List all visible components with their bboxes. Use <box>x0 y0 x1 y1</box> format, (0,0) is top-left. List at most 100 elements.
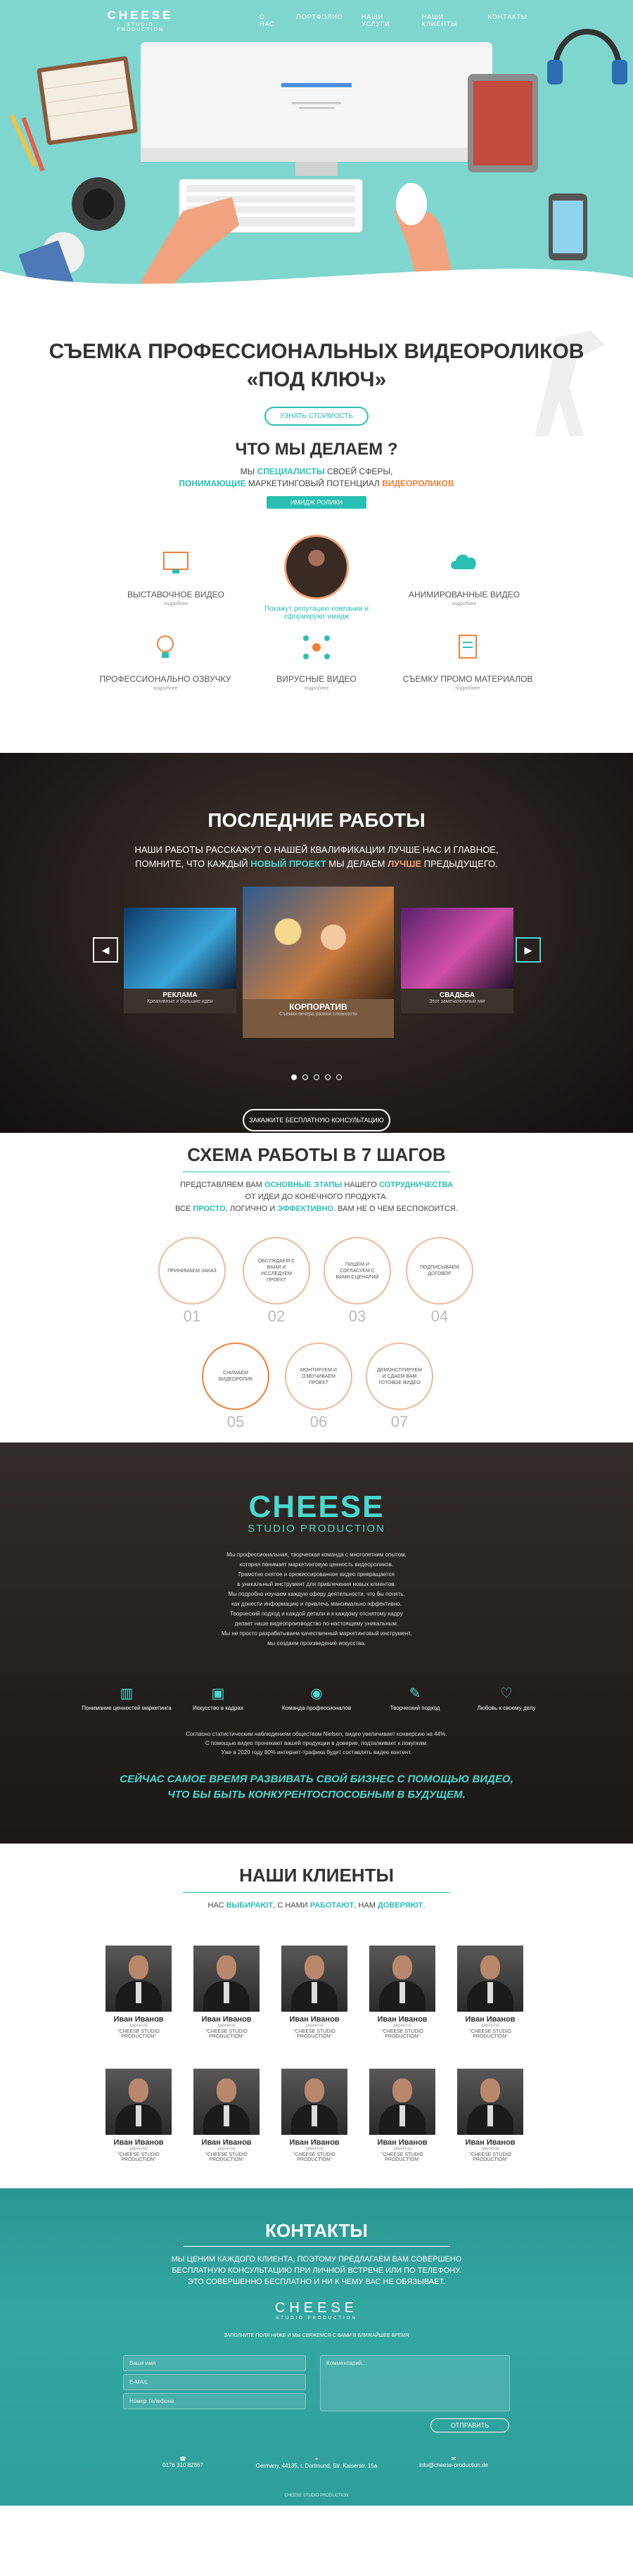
slider-dot[interactable] <box>314 1074 319 1080</box>
step-5: СНИМАЕМ ВИДЕОРОЛИК 05 <box>202 1343 269 1431</box>
service-animated[interactable]: АНИМИРОВАННЫЕ ВИДЕО подробнее <box>394 545 535 607</box>
service-more-link[interactable]: подробнее <box>95 686 236 691</box>
text-line: в уникальный инструмент для привлечения … <box>237 1581 396 1587</box>
text-line: С помощью видео проникают вашей продукци… <box>205 1740 428 1746</box>
client-photo <box>457 2069 523 2135</box>
clients-title: НАШИ КЛИЕНТЫ <box>239 1865 394 1886</box>
service-more-link[interactable]: подробнее <box>397 686 538 691</box>
client-company: "CHEESE STUDIO PRODUCTION" <box>205 2029 248 2039</box>
slider-dot[interactable] <box>336 1074 342 1080</box>
client-photo <box>281 1946 347 2012</box>
slider-dot[interactable] <box>302 1074 308 1080</box>
text-fragment: НАС <box>207 1901 224 1910</box>
client-company: "CHEESE STUDIO PRODUCTION" <box>117 2152 160 2162</box>
image-videos-tab[interactable]: ИМИДЖ РОЛИКИ <box>266 496 367 509</box>
portfolio-slider: РЕКЛАМА Креативные и большие идеи КОРПОР… <box>98 887 535 1041</box>
client-card: Иван Иванов директор "CHEESE STUDIO PRODUC… <box>369 2069 435 2162</box>
slider-dot[interactable] <box>291 1074 297 1080</box>
client-photo <box>369 2069 435 2135</box>
client-role: директор <box>217 2024 236 2028</box>
feature-love: ♡ Любовь к своему делу <box>450 1684 563 1711</box>
services-line1: МЫ СПЕЦИАЛИСТЫ СВОЕЙ СФЕРЫ, <box>0 467 633 476</box>
hero-desk-illustration <box>0 0 633 310</box>
portrait-avatar <box>284 535 349 599</box>
hero-title-line2: «ПОД КЛЮЧ» <box>246 368 387 391</box>
contacts-logo: CHEESE <box>274 2300 359 2316</box>
free-consultation-button[interactable]: ЗАКАЖИТЕ БЕСПЛАТНУЮ КОНСУЛЬТАЦИЮ <box>243 1109 390 1131</box>
site-logo[interactable]: CHEESE STUDIO PRODUCTION <box>106 8 175 32</box>
text-line: БЕСПЛАТНУЮ КОНСУЛЬТАЦИЮ ПРИ ЛИЧНОЙ ВСТРЕ… <box>172 2266 461 2275</box>
portfolio-card-corporate[interactable]: КОРПОРАТИВ Съемки вечера разной сложност… <box>243 887 394 1038</box>
comment-textarea[interactable]: Комментарий... <box>320 2355 510 2411</box>
client-role: директор <box>393 2024 411 2028</box>
step-number: 04 <box>430 1307 449 1325</box>
email-input[interactable]: E-MAIL <box>123 2374 306 2390</box>
address-text: Germany, 44135, г. Dortmund, Str. Kaiser… <box>255 2463 378 2469</box>
get-price-button[interactable]: УЗНАТЬ СТОИМОСТЬ <box>264 407 369 426</box>
client-photo <box>193 1946 260 2012</box>
step-label: СНИМАЕМ ВИДЕОРОЛИК <box>218 1371 253 1382</box>
nav-item-portfolio[interactable]: ПОРТФОЛИО <box>296 13 343 27</box>
text-fragment: НАШЕГО <box>344 1181 377 1189</box>
text-fragment: МЫ ДЕЛАЕМ <box>328 858 385 869</box>
client-company: "CHEESE STUDIO PRODUCTION" <box>469 2029 511 2039</box>
cta-line: ЧТО БЫ БЫТЬ КОНКУРЕНТОСПОСОБНЫМ В БУДУЩЕ… <box>167 1789 466 1801</box>
client-role: директор <box>305 2147 324 2151</box>
text-line: Уже в 2020 году 80% интернет-трафика буд… <box>221 1749 412 1756</box>
client-name: Иван Иванов <box>377 2015 428 2024</box>
text-line: Мы подробно изучаем каждую сферу деятель… <box>228 1591 405 1597</box>
contact-address: ⌖ Germany, 44135, г. Dortmund, Str. Kais… <box>250 2456 383 2469</box>
text-line: ЭТО СОВЕРШЕННО БЕСПЛАТНО И НИ К ЧЕМУ ВАС… <box>187 2278 446 2286</box>
client-role: директор <box>129 2024 148 2028</box>
text-line: МЫ ЦЕНИМ КАЖДОГО КЛИЕНТА, ПОЭТОМУ ПРЕДЛА… <box>171 2255 462 2264</box>
text-line: НАШИ РАБОТЫ РАССКАЖУТ О НАШЕЙ КВАЛИФИКАЦ… <box>134 844 499 855</box>
text-fragment: ПРЕДСТАВЛЯЕМ ВАМ <box>180 1181 262 1189</box>
service-more-link[interactable]: подробнее <box>394 602 535 607</box>
service-more-link[interactable]: подробнее <box>106 602 246 607</box>
text-fragment: ВСЕ <box>175 1205 191 1213</box>
name-input[interactable]: Ваше имя <box>123 2355 306 2371</box>
step-circle: МОНТИРУЕМ И ОЗВУЧИВАЕМ ПРОЕКТ <box>285 1343 352 1410</box>
service-promo[interactable]: СЪЕМКУ ПРОМО МАТЕРИАЛОВ подробнее <box>397 630 538 691</box>
steps-title: СХЕМА РАБОТЫ В 7 ШАГОВ <box>187 1144 446 1165</box>
card-title: РЕКЛАМА <box>162 991 198 999</box>
service-viral[interactable]: ВИРУСНЫЕ ВИДЕО подробнее <box>246 630 387 691</box>
monitor-icon <box>163 552 188 573</box>
text-line: Творческий подход и каждой детали и к ка… <box>230 1611 403 1617</box>
step-label: ОБСУЖДАЕМ С ВАМИ И ИССЛЕДУЕМ ПРОЕКТ <box>257 1259 295 1283</box>
top-navigation: CHEESE STUDIO PRODUCTION О НАС ПОРТФОЛИО… <box>0 0 633 41</box>
text-line: мы создаем произведение искусства. <box>267 1640 366 1647</box>
hero-title-line1: СЪЕМКА ПРОФЕССИОНАЛЬНЫХ ВИДЕОРОЛИКОВ <box>49 340 584 363</box>
network-icon <box>303 635 330 659</box>
text-highlight: ЛУЧШЕ <box>388 858 422 869</box>
service-more-link[interactable]: подробнее <box>246 686 387 691</box>
nav-item-clients[interactable]: НАШИ КЛИЕНТЫ <box>422 13 470 27</box>
client-card: Иван Иванов директор "CHEESE STUDIO PRODUC… <box>193 1946 260 2039</box>
client-role: директор <box>481 2147 499 2151</box>
nav-item-about[interactable]: О НАС <box>260 13 278 27</box>
feature-title: Команда профессионалов <box>281 1705 352 1711</box>
contacts-title: КОНТАКТЫ <box>265 2220 368 2241</box>
phone-input[interactable]: Номер телефона <box>123 2393 306 2409</box>
text-line: Грамотно снятое и срежиссированное видео… <box>238 1571 395 1578</box>
service-exhibition[interactable]: ВЫСТАВОЧНОЕ ВИДЕО подробнее <box>106 545 246 607</box>
nav-item-services[interactable]: НАШИ УСЛУГИ <box>362 13 404 27</box>
client-card: Иван Иванов директор "CHEESE STUDIO PRODUC… <box>281 2069 347 2162</box>
send-button[interactable]: ОТПРАВИТЬ <box>430 2418 509 2432</box>
step-number: 01 <box>183 1307 201 1325</box>
center-service[interactable] <box>281 535 352 599</box>
client-company: "CHEESE STUDIO PRODUCTION" <box>117 2029 160 2039</box>
slider-dot[interactable] <box>325 1074 331 1080</box>
text-fragment: ПРЕДЫДУЩЕГО. <box>423 858 498 869</box>
phone-text[interactable]: 0176 310 82867 <box>144 2462 222 2468</box>
service-voiceover[interactable]: ПРОФЕССИОНАЛЬНО ОЗВУЧКУ подробнее <box>95 630 236 691</box>
step-4: ПОДПИСЫВАЕМ ДОГОВОР 04 <box>406 1237 473 1326</box>
step-label: МОНТИРУЕМ И ОЗВУЧИВАЕМ ПРОЕКТ <box>300 1367 338 1385</box>
text-highlight: ОСНОВНЫЕ ЭТАПЫ <box>264 1181 343 1189</box>
portfolio-card-wedding[interactable]: СВАДЬБА Этот замечательный миг <box>401 908 513 1013</box>
email-text[interactable]: info@cheese-production.de <box>411 2462 496 2468</box>
text-line: как донести информацию и привлечь максим… <box>231 1601 402 1607</box>
nav-item-contacts[interactable]: КОНТАКТЫ <box>487 13 528 27</box>
portfolio-card-ad[interactable]: РЕКЛАМА Креативные и большие идеи <box>124 908 236 1013</box>
card-image <box>401 908 513 989</box>
